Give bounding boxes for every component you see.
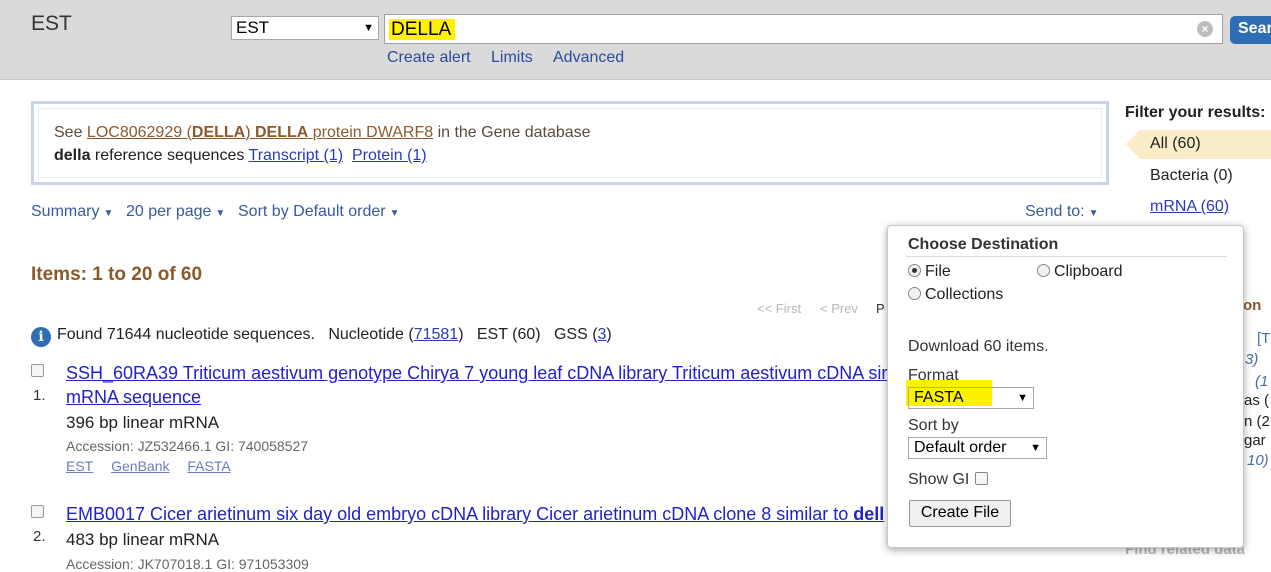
dropdown-arrow-icon: ▼ — [1017, 392, 1028, 404]
database-title: EST — [31, 12, 72, 35]
popup-title: Choose Destination — [908, 236, 1059, 253]
caret-down-icon: ▼ — [1088, 208, 1099, 219]
advanced-link[interactable]: Advanced — [553, 49, 624, 67]
caret-down-icon: ▼ — [103, 208, 114, 219]
sidebar-partial-text: n (2 — [1244, 413, 1270, 430]
search-button[interactable]: Sear — [1230, 16, 1271, 44]
first-page-link[interactable]: << First — [757, 301, 801, 316]
clear-search-icon[interactable]: × — [1197, 21, 1213, 37]
database-select-value: EST — [236, 18, 270, 37]
search-input[interactable]: DELLA × — [384, 14, 1223, 44]
filter-mrna[interactable]: mRNA (60) — [1150, 198, 1229, 216]
protein-link[interactable]: Protein (1) — [352, 147, 427, 164]
filter-all[interactable]: All (60) — [1126, 130, 1271, 159]
sidebar-partial-text: as ( — [1244, 392, 1270, 409]
sidebar-partial-heading: on — [1243, 297, 1262, 314]
est-link[interactable]: EST — [66, 458, 93, 474]
result-links: EST GenBank FASTA — [66, 458, 245, 474]
sort-menu[interactable]: Sort by Default order ▼ — [238, 203, 400, 221]
radio-icon — [1037, 264, 1050, 277]
sidebar-partial-text: (1 — [1255, 373, 1269, 390]
search-header: EST EST ▼ DELLA × Sear Create alert Limi… — [0, 0, 1271, 80]
filter-title: Filter your results: — [1125, 104, 1266, 121]
destination-collections-option[interactable]: Collections — [908, 286, 1003, 304]
transcript-link[interactable]: Transcript (1) — [249, 147, 344, 164]
fasta-link[interactable]: FASTA — [187, 458, 230, 474]
result-number: 2. — [33, 528, 46, 545]
format-select[interactable]: FASTA ▼ — [908, 387, 1034, 409]
items-count-title: Items: 1 to 20 of 60 — [31, 264, 203, 285]
gene-link[interactable]: LOC8062929 (DELLA) DELLA protein DWARF8 — [87, 124, 433, 141]
result-title-link[interactable]: EMB0017 Cicer arietinum six day old embr… — [66, 504, 884, 525]
create-file-button[interactable]: Create File — [909, 500, 1011, 527]
sort-by-label: Sort by — [908, 417, 959, 434]
nucleotide-count-link[interactable]: 71581 — [414, 326, 459, 343]
dropdown-arrow-icon: ▼ — [1030, 442, 1041, 454]
gene-message-line: See LOC8062929 (DELLA) DELLA protein DWA… — [54, 124, 591, 141]
summary-format-menu[interactable]: Summary ▼ — [31, 203, 113, 221]
send-to-menu[interactable]: Send to: ▼ — [1025, 203, 1099, 221]
found-summary: i Found 71644 nucleotide sequences. Nucle… — [31, 326, 612, 347]
sort-by-select[interactable]: Default order ▼ — [908, 437, 1047, 459]
sidebar-partial-text: gar — [1244, 432, 1266, 449]
destination-clipboard-option[interactable]: Clipboard — [1037, 263, 1122, 281]
sidebar-partial-link[interactable]: [T — [1257, 330, 1270, 347]
create-alert-link[interactable]: Create alert — [387, 49, 471, 67]
genbank-link[interactable]: GenBank — [111, 458, 169, 474]
result-number: 1. — [33, 387, 46, 404]
caret-down-icon: ▼ — [215, 208, 226, 219]
result-accession: Accession: JZ532466.1 GI: 740058527 — [66, 438, 309, 454]
radio-icon — [908, 287, 921, 300]
info-icon: i — [31, 327, 51, 347]
show-gi-checkbox[interactable] — [975, 472, 989, 485]
result-description: 396 bp linear mRNA — [66, 413, 220, 432]
refseq-message-line: della reference sequences Transcript (1)… — [54, 147, 427, 164]
result-title-link-cont[interactable]: mRNA sequence — [66, 387, 201, 408]
send-to-popup: Choose Destination File Clipboard Collec… — [887, 225, 1244, 548]
gene-message-box: See LOC8062929 (DELLA) DELLA protein DWA… — [31, 101, 1109, 185]
result-description: 483 bp linear mRNA — [66, 530, 220, 549]
show-gi-option[interactable]: Show GI — [908, 471, 989, 489]
result-accession: Accession: JK707018.1 GI: 971053309 — [66, 556, 309, 572]
database-select[interactable]: EST ▼ — [231, 16, 379, 40]
radio-selected-icon — [908, 264, 921, 277]
filter-bacteria[interactable]: Bacteria (0) — [1150, 167, 1233, 185]
page-label: P — [876, 301, 885, 316]
sidebar-partial-text: 3) — [1245, 351, 1259, 368]
destination-file-option[interactable]: File — [908, 263, 951, 281]
download-count-text: Download 60 items. — [908, 338, 1049, 355]
dropdown-arrow-icon: ▼ — [363, 22, 374, 34]
result-checkbox[interactable] — [31, 364, 44, 377]
result-title-link[interactable]: SSH_60RA39 Triticum aestivum genotype Ch… — [66, 363, 887, 384]
result-checkbox[interactable] — [31, 505, 44, 518]
search-input-value: DELLA — [389, 19, 456, 40]
caret-down-icon: ▼ — [389, 208, 400, 219]
sidebar-partial-text: 10) — [1247, 452, 1269, 469]
prev-page-link[interactable]: < Prev — [820, 301, 858, 316]
limits-link[interactable]: Limits — [491, 49, 533, 67]
per-page-menu[interactable]: 20 per page ▼ — [126, 203, 225, 221]
